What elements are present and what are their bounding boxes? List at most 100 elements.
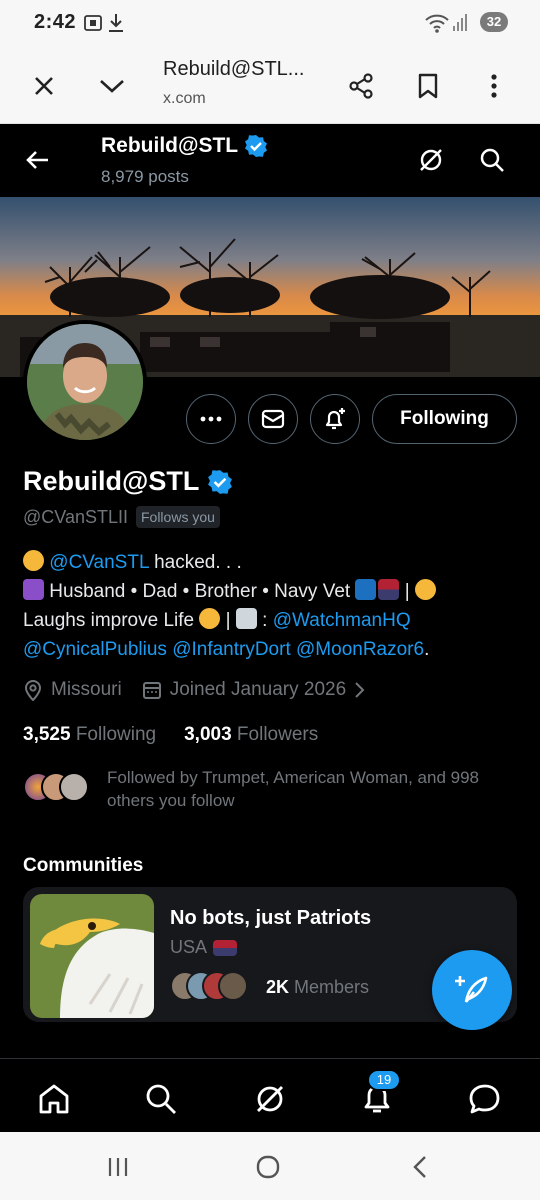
laughing-emoji-icon	[414, 579, 436, 600]
share-icon[interactable]	[341, 66, 381, 106]
profile-avatar[interactable]	[23, 320, 147, 444]
community-country-text: USA	[170, 937, 208, 957]
community-members-count: 2K	[266, 976, 290, 997]
back-nav-icon[interactable]	[400, 1152, 440, 1182]
more-options-button[interactable]	[186, 394, 236, 444]
join-date-text: Joined January 2026	[169, 679, 347, 700]
notifications-badge: 19	[367, 1069, 401, 1091]
profile-name: Rebuild@STL	[23, 466, 233, 497]
join-date[interactable]: Joined January 2026	[142, 679, 366, 701]
grok-icon[interactable]	[409, 138, 453, 182]
us-flag-emoji-icon	[378, 579, 400, 600]
back-arrow-icon[interactable]	[15, 138, 59, 182]
verified-badge-icon	[245, 135, 268, 157]
bottom-navigation	[0, 1058, 540, 1132]
home-circle-icon[interactable]	[248, 1152, 288, 1182]
more-vertical-icon[interactable]	[474, 66, 514, 106]
bio-text: Husband • Dad • Brother • Navy Vet	[44, 581, 356, 602]
profile-name-text: Rebuild@STL	[23, 466, 200, 496]
community-image	[30, 894, 154, 1018]
chevron-right-icon	[355, 682, 365, 698]
following-count: 3,525	[23, 724, 71, 745]
followers-count: 3,003	[184, 724, 232, 745]
page-url: x.com	[163, 90, 206, 107]
bio-mention-link[interactable]: @InfantryDort	[172, 639, 291, 660]
followed-by-avatars	[23, 772, 93, 808]
following-count-link[interactable]: 3,525 Following	[23, 724, 156, 746]
laughing-emoji-icon	[199, 608, 221, 629]
bio-text: .	[424, 639, 430, 660]
header-name: Rebuild@STL	[101, 134, 268, 158]
handle-text: @CVanSTLII	[23, 506, 128, 527]
close-icon[interactable]	[24, 66, 64, 106]
download-icon	[106, 12, 126, 39]
search-icon[interactable]	[470, 138, 514, 182]
bio-mention-link[interactable]: @WatchmanHQ	[273, 610, 411, 631]
us-flag-emoji-icon	[213, 939, 238, 956]
screenshot-icon	[82, 12, 104, 39]
followed-by-text: Followed by Trumpet, American Woman, and…	[107, 768, 479, 810]
calendar-icon	[142, 682, 161, 699]
bio-line-3: Laughs improve Life | : @WatchmanHQ	[23, 606, 523, 635]
compose-post-button[interactable]	[432, 950, 512, 1030]
disappointed-face-emoji-icon	[23, 550, 44, 571]
bio-line-1: @CVanSTL hacked. . .	[23, 548, 523, 577]
bell-plus-icon	[325, 408, 345, 430]
avatar	[218, 971, 248, 1001]
location-pin-icon	[24, 680, 42, 701]
header-name-text: Rebuild@STL	[101, 134, 239, 157]
location: Missouri	[23, 679, 122, 701]
avatar	[59, 772, 89, 802]
envelope-icon	[261, 409, 285, 429]
bio-separator: |	[220, 610, 236, 631]
notify-button[interactable]	[310, 394, 360, 444]
profile-meta: Missouri Joined January 2026	[23, 679, 386, 701]
wifi-icon	[424, 12, 450, 39]
page-title: Rebuild@STL...	[163, 58, 305, 80]
signal-icon	[452, 12, 468, 37]
post-count: 8,979 posts	[101, 167, 189, 186]
browser-toolbar: Rebuild@STL... x.com	[0, 48, 540, 124]
chevron-down-icon[interactable]	[92, 66, 132, 106]
following-button[interactable]: Following	[372, 394, 517, 444]
bio-line-4: @CynicalPublius @InfantryDort @MoonRazor…	[23, 635, 523, 664]
bio-text: Laughs improve Life	[23, 610, 200, 631]
bio-colon: :	[256, 610, 273, 631]
message-button[interactable]	[248, 394, 298, 444]
community-members: 2K Members	[170, 971, 369, 1003]
community-members-label: Members	[294, 976, 370, 997]
compose-feather-icon	[455, 976, 488, 1003]
profile-header-bar: Rebuild@STL 8,979 posts	[0, 124, 540, 197]
communities-heading: Communities	[23, 855, 144, 876]
recent-apps-icon[interactable]	[98, 1152, 138, 1182]
anchor-emoji-icon	[355, 579, 377, 600]
cross-emoji-icon	[23, 579, 44, 600]
search-nav-icon[interactable]	[141, 1079, 181, 1119]
battery-indicator: 32	[480, 12, 508, 32]
bio-text: hacked. . .	[148, 552, 242, 573]
bio-line-2: Husband • Dad • Brother • Navy Vet |	[23, 577, 523, 606]
followed-by[interactable]: Followed by Trumpet, American Woman, and…	[23, 766, 497, 812]
bio-mention-link[interactable]: @MoonRazor6	[296, 639, 424, 660]
profile-bio: @CVanSTL hacked. . . Husband • Dad • Bro…	[23, 548, 523, 664]
community-name: No bots, just Patriots	[170, 907, 372, 929]
system-navigation	[0, 1132, 540, 1200]
messages-chat-icon[interactable]	[465, 1079, 505, 1119]
bookmark-icon[interactable]	[408, 66, 448, 106]
home-icon[interactable]	[34, 1079, 74, 1119]
community-country: USA	[170, 937, 238, 958]
follow-counts: 3,525 Following 3,003 Followers	[23, 724, 318, 746]
more-horizontal-icon	[200, 416, 222, 422]
status-bar: 2:42 32	[0, 0, 540, 48]
verified-badge-icon	[208, 469, 233, 494]
location-text: Missouri	[51, 679, 122, 700]
bio-mention-link[interactable]: @CynicalPublius	[23, 639, 167, 660]
profile-handle: @CVanSTLII Follows you	[23, 506, 220, 528]
grok-nav-icon[interactable]	[250, 1079, 290, 1119]
status-time: 2:42	[34, 11, 77, 33]
community-member-avatars	[170, 971, 252, 1003]
magnifier-emoji-icon	[235, 608, 257, 629]
followers-count-link[interactable]: 3,003 Followers	[184, 724, 318, 746]
bio-mention-link[interactable]: @CVanSTL	[49, 552, 149, 573]
following-count-label: Following	[75, 724, 157, 745]
